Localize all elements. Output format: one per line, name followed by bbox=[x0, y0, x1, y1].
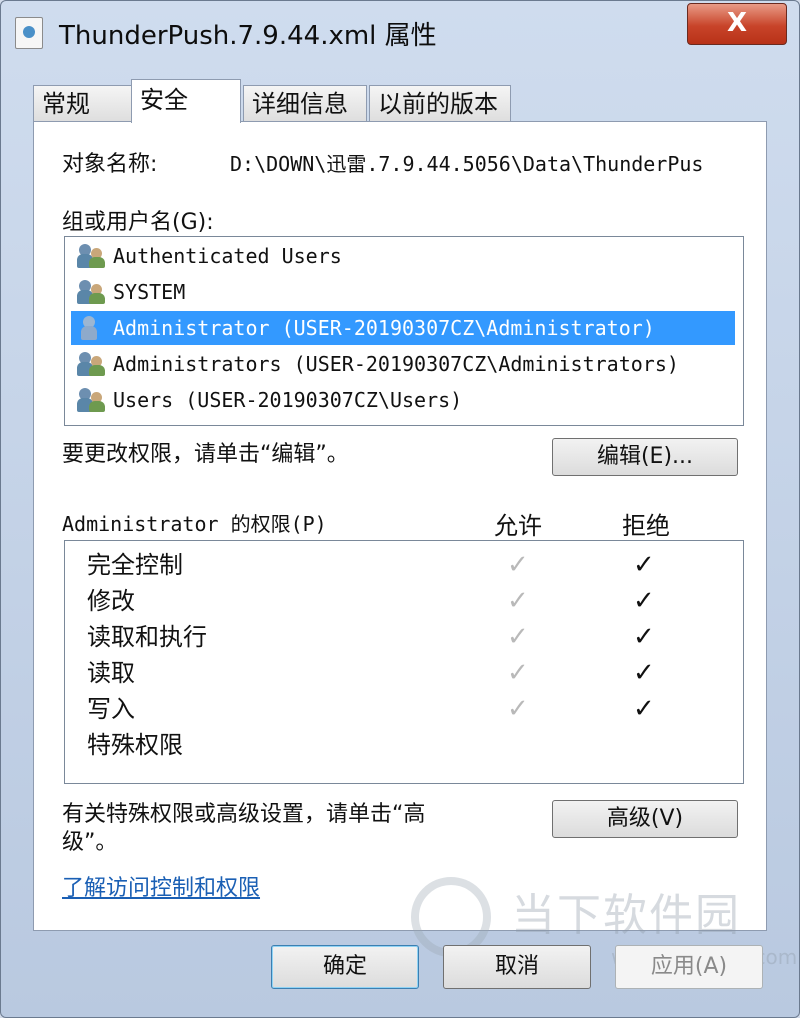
ok-button[interactable]: 确定 bbox=[271, 945, 419, 989]
allow-check-icon: ✓ bbox=[507, 694, 529, 724]
allow-check-icon: ✓ bbox=[507, 622, 529, 652]
close-button[interactable]: X bbox=[687, 3, 787, 45]
permission-row: 读取 ✓ ✓ bbox=[87, 655, 727, 691]
user-name: Administrator (USER-20190307CZ\Administr… bbox=[113, 316, 655, 340]
permission-name: 写入 bbox=[87, 695, 135, 723]
users-listbox[interactable]: Authenticated Users SYSTEM Administrator… bbox=[64, 236, 744, 426]
tab-security[interactable]: 安全 bbox=[131, 79, 241, 123]
deny-check-icon: ✓ bbox=[633, 586, 655, 616]
user-icon bbox=[77, 316, 107, 340]
advanced-hint-line2: 级”。 bbox=[62, 830, 118, 855]
user-name: Authenticated Users bbox=[113, 244, 342, 268]
learn-access-control-link[interactable]: 了解访问控制和权限 bbox=[62, 870, 260, 902]
group-users-label: 组或用户名(G): bbox=[62, 210, 214, 235]
deny-header: 拒绝 bbox=[622, 512, 670, 540]
permission-row: 写入 ✓ ✓ bbox=[87, 691, 727, 727]
list-item[interactable]: Authenticated Users bbox=[71, 239, 735, 273]
allow-check-icon: ✓ bbox=[507, 550, 529, 580]
advanced-button[interactable]: 高级(V) bbox=[552, 800, 738, 838]
user-group-icon bbox=[77, 244, 107, 268]
user-group-icon bbox=[77, 388, 107, 412]
allow-check-icon: ✓ bbox=[507, 586, 529, 616]
permission-name: 读取和执行 bbox=[87, 623, 207, 651]
deny-check-icon: ✓ bbox=[633, 658, 655, 688]
user-group-icon bbox=[77, 352, 107, 376]
cancel-button[interactable]: 取消 bbox=[443, 945, 591, 989]
deny-check-icon: ✓ bbox=[633, 694, 655, 724]
allow-check-icon: ✓ bbox=[507, 658, 529, 688]
allow-header: 允许 bbox=[494, 512, 542, 540]
security-panel: 对象名称: D:\DOWN\迅雷.7.9.44.5056\Data\Thunde… bbox=[33, 121, 767, 931]
permission-row: 特殊权限 bbox=[87, 727, 727, 763]
user-name: Administrators (USER-20190307CZ\Administ… bbox=[113, 352, 679, 376]
window-title: ThunderPush.7.9.44.xml 属性 bbox=[59, 21, 437, 51]
list-item[interactable]: Users (USER-20190307CZ\Users) bbox=[71, 383, 735, 417]
edit-button[interactable]: 编辑(E)... bbox=[552, 438, 738, 476]
tab-general[interactable]: 常规 bbox=[33, 85, 133, 121]
tab-details[interactable]: 详细信息 bbox=[243, 85, 367, 121]
permission-row: 完全控制 ✓ ✓ bbox=[87, 547, 727, 583]
object-name-label: 对象名称: bbox=[62, 152, 158, 177]
watermark-text: 当下软件园 bbox=[511, 890, 741, 941]
apply-button: 应用(A) bbox=[615, 945, 763, 989]
permission-row: 修改 ✓ ✓ bbox=[87, 583, 727, 619]
permission-name: 修改 bbox=[87, 587, 135, 615]
permission-name: 读取 bbox=[87, 659, 135, 687]
list-item[interactable]: Administrators (USER-20190307CZ\Administ… bbox=[71, 347, 735, 381]
permission-row: 读取和执行 ✓ ✓ bbox=[87, 619, 727, 655]
user-name: Users (USER-20190307CZ\Users) bbox=[113, 388, 463, 412]
title-bar[interactable]: ThunderPush.7.9.44.xml 属性 X bbox=[1, 1, 799, 63]
deny-check-icon: ✓ bbox=[633, 622, 655, 652]
edit-hint: 要更改权限，请单击“编辑”。 bbox=[62, 442, 349, 467]
permissions-list: 完全控制 ✓ ✓ 修改 ✓ ✓ 读取和执行 ✓ ✓ 读取 ✓ ✓ 写入 ✓ ✓ … bbox=[64, 540, 744, 784]
list-item[interactable]: SYSTEM bbox=[71, 275, 735, 309]
permissions-label: Administrator 的权限(P) bbox=[62, 508, 327, 537]
permission-name: 特殊权限 bbox=[87, 731, 183, 759]
object-name-value: D:\DOWN\迅雷.7.9.44.5056\Data\ThunderPus bbox=[230, 152, 704, 176]
tab-previous-versions[interactable]: 以前的版本 bbox=[369, 85, 511, 121]
file-icon bbox=[15, 17, 43, 49]
properties-dialog: ThunderPush.7.9.44.xml 属性 X 常规 安全 详细信息 以… bbox=[0, 0, 800, 1018]
permission-name: 完全控制 bbox=[87, 551, 183, 579]
list-item-selected[interactable]: Administrator (USER-20190307CZ\Administr… bbox=[71, 311, 735, 345]
user-name: SYSTEM bbox=[113, 280, 186, 304]
user-group-icon bbox=[77, 280, 107, 304]
deny-check-icon: ✓ bbox=[633, 550, 655, 580]
permissions-label-text: Administrator 的权限(P) bbox=[62, 512, 327, 536]
